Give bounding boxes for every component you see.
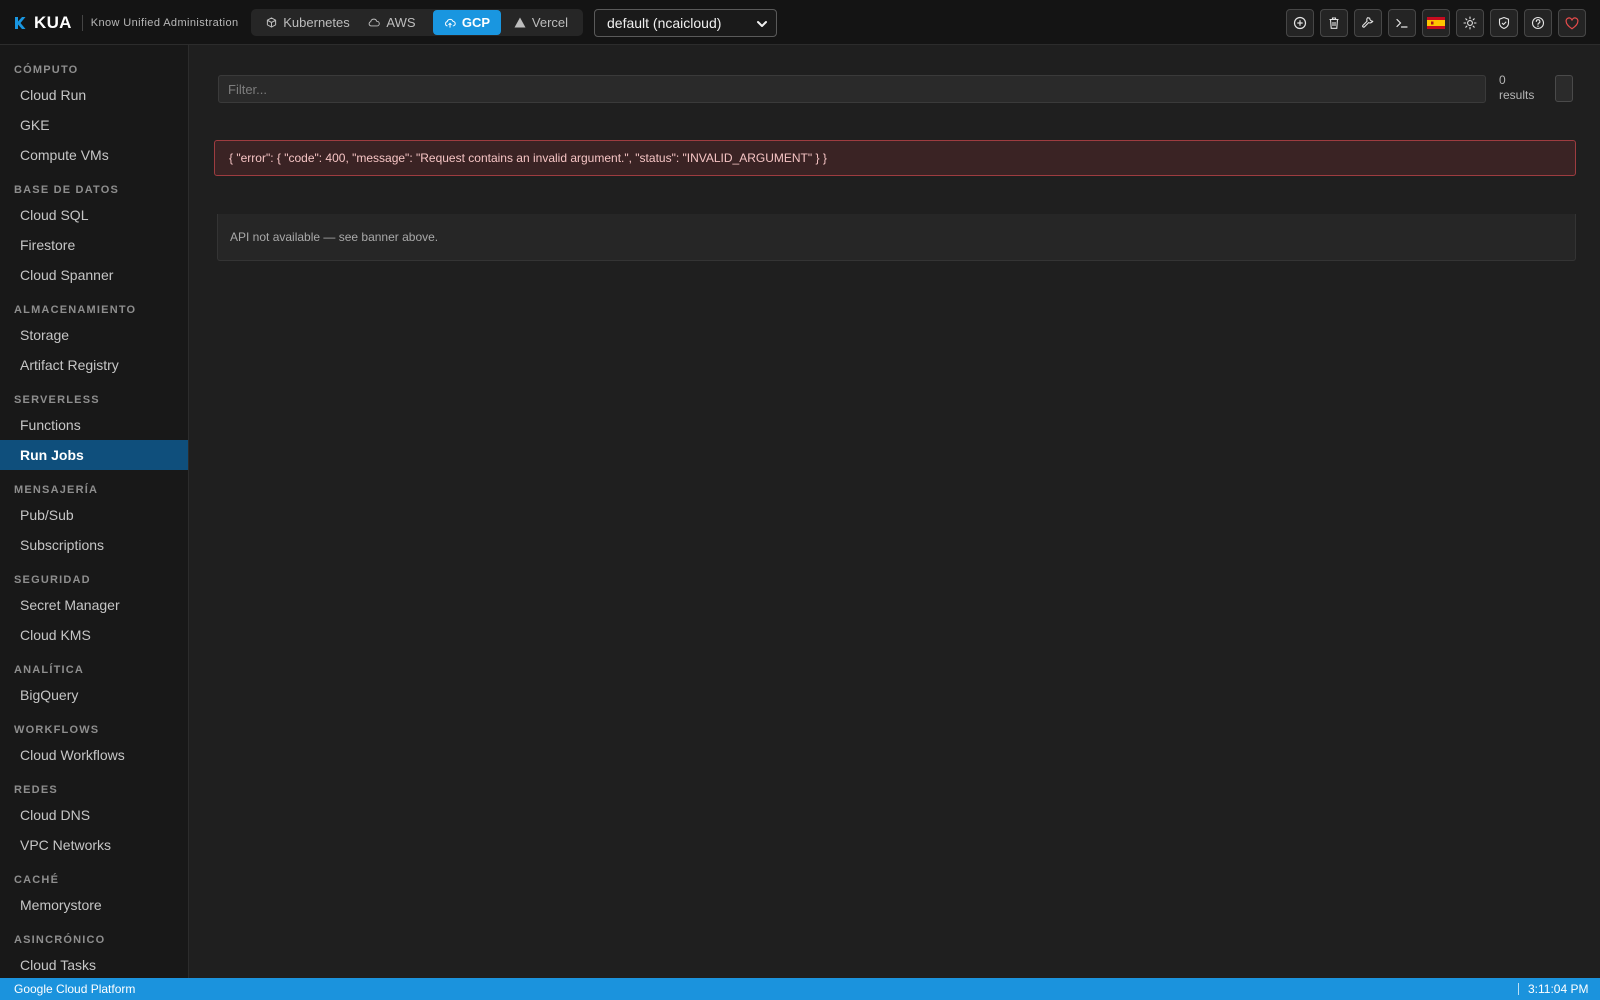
cloud-upload-icon bbox=[445, 18, 456, 28]
status-time: 3:11:04 PM bbox=[1528, 982, 1589, 996]
sidebar-item-cloud-spanner[interactable]: Cloud Spanner bbox=[0, 260, 188, 290]
status-bar: Google Cloud Platform 3:11:04 PM bbox=[0, 978, 1600, 1000]
heart-icon bbox=[1565, 16, 1579, 29]
sidebar-item-subscriptions[interactable]: Subscriptions bbox=[0, 530, 188, 560]
tab-kubernetes[interactable]: Kubernetes bbox=[259, 10, 357, 35]
sidebar-section-title: ALMACENAMIENTO bbox=[14, 304, 137, 316]
empty-state-message: API not available — see banner above. bbox=[230, 230, 439, 244]
sidebar-section-title: MENSAJERÍA bbox=[14, 484, 99, 496]
sidebar-item-bigquery[interactable]: BigQuery bbox=[0, 680, 188, 710]
sidebar-item-pub-sub[interactable]: Pub/Sub bbox=[0, 500, 188, 530]
sidebar-section-title: REDES bbox=[14, 784, 58, 796]
help-button[interactable] bbox=[1524, 9, 1552, 37]
terminal-button[interactable] bbox=[1388, 9, 1416, 37]
sidebar-section-title: SERVERLESS bbox=[14, 394, 100, 406]
results-action-button[interactable] bbox=[1555, 75, 1573, 102]
brand-divider bbox=[81, 15, 83, 31]
app-tagline: Know Unified Administration bbox=[90, 17, 239, 29]
sidebar-section-title: CACHÉ bbox=[14, 874, 60, 886]
terminal-icon bbox=[1396, 18, 1408, 28]
sidebar-section-title: BASE DE DATOS bbox=[14, 184, 120, 196]
tools-button[interactable] bbox=[1354, 9, 1382, 37]
sidebar-section-title: CÓMPUTO bbox=[14, 64, 79, 76]
provider-tabs: Kubernetes AWS GCP Vercel bbox=[251, 9, 583, 36]
tab-label: AWS bbox=[386, 15, 416, 30]
sidebar-item-cloud-sql[interactable]: Cloud SQL bbox=[0, 200, 188, 230]
shield-icon bbox=[1498, 16, 1510, 30]
sidebar-item-gke[interactable]: GKE bbox=[0, 110, 188, 140]
sidebar-item-run-jobs[interactable]: Run Jobs bbox=[0, 440, 188, 470]
tab-gcp[interactable]: GCP bbox=[433, 10, 501, 35]
favorites-button[interactable] bbox=[1558, 9, 1586, 37]
sidebar-item-vpc-networks[interactable]: VPC Networks bbox=[0, 830, 188, 860]
results-count: 0 results bbox=[1499, 73, 1547, 103]
brand[interactable]: KUA Know Unified Administration bbox=[14, 12, 239, 34]
add-icon bbox=[1293, 16, 1307, 30]
error-banner: { "error": { "code": 400, "message": "Re… bbox=[214, 140, 1576, 176]
sidebar-item-memorystore[interactable]: Memorystore bbox=[0, 890, 188, 920]
help-icon bbox=[1531, 16, 1545, 30]
sidebar-item-artifact-registry[interactable]: Artifact Registry bbox=[0, 350, 188, 380]
sun-icon bbox=[1463, 16, 1477, 30]
status-divider bbox=[1518, 983, 1519, 995]
sidebar-item-cloud-run[interactable]: Cloud Run bbox=[0, 80, 188, 110]
filter-input[interactable] bbox=[218, 75, 1486, 103]
app-name: KUA bbox=[34, 13, 72, 32]
status-provider: Google Cloud Platform bbox=[14, 982, 136, 996]
results-number: 0 bbox=[1499, 73, 1506, 87]
add-button[interactable] bbox=[1286, 9, 1314, 37]
profile-select[interactable]: default (ncaicloud) bbox=[594, 9, 777, 37]
sidebar-item-cloud-kms[interactable]: Cloud KMS bbox=[0, 620, 188, 650]
k-logo-icon bbox=[15, 17, 26, 29]
sidebar-item-storage[interactable]: Storage bbox=[0, 320, 188, 350]
cloud-icon bbox=[369, 18, 381, 27]
language-button[interactable] bbox=[1422, 9, 1450, 37]
sidebar-section-title: SEGURIDAD bbox=[14, 574, 91, 586]
sidebar-item-firestore[interactable]: Firestore bbox=[0, 230, 188, 260]
sidebar-item-cloud-workflows[interactable]: Cloud Workflows bbox=[0, 740, 188, 770]
spain-flag-icon bbox=[1427, 17, 1445, 29]
tab-vercel[interactable]: Vercel bbox=[505, 10, 577, 35]
top-bar: KUA Know Unified Administration Kubernet… bbox=[0, 0, 1600, 45]
security-button[interactable] bbox=[1490, 9, 1518, 37]
profile-select-value: default (ncaicloud) bbox=[607, 15, 722, 31]
empty-state-panel: API not available — see banner above. bbox=[217, 214, 1576, 261]
sidebar-item-cloud-tasks[interactable]: Cloud Tasks bbox=[0, 950, 188, 978]
trash-icon bbox=[1329, 17, 1339, 29]
tab-label: Vercel bbox=[531, 15, 569, 30]
theme-toggle-button[interactable] bbox=[1456, 9, 1484, 37]
sidebar-item-secret-manager[interactable]: Secret Manager bbox=[0, 590, 188, 620]
chevron-down-icon bbox=[757, 21, 767, 27]
tab-label: GCP bbox=[461, 15, 491, 30]
tab-aws[interactable]: AWS bbox=[361, 10, 423, 35]
sidebar: CÓMPUTO Cloud Run GKE Compute VMs BASE D… bbox=[0, 45, 189, 978]
sidebar-item-compute-vms[interactable]: Compute VMs bbox=[0, 140, 188, 170]
sidebar-item-functions[interactable]: Functions bbox=[0, 410, 188, 440]
sidebar-section-title: ANALÍTICA bbox=[14, 664, 85, 676]
sidebar-item-cloud-dns[interactable]: Cloud DNS bbox=[0, 800, 188, 830]
wrench-icon bbox=[1362, 17, 1374, 28]
results-label: results bbox=[1499, 88, 1535, 102]
sidebar-section-title: WORKFLOWS bbox=[14, 724, 100, 736]
delete-button[interactable] bbox=[1320, 9, 1348, 37]
cube-icon bbox=[267, 17, 277, 28]
tab-label: Kubernetes bbox=[283, 15, 350, 30]
triangle-icon bbox=[514, 17, 526, 28]
sidebar-section-title: ASINCRÓNICO bbox=[14, 934, 106, 946]
